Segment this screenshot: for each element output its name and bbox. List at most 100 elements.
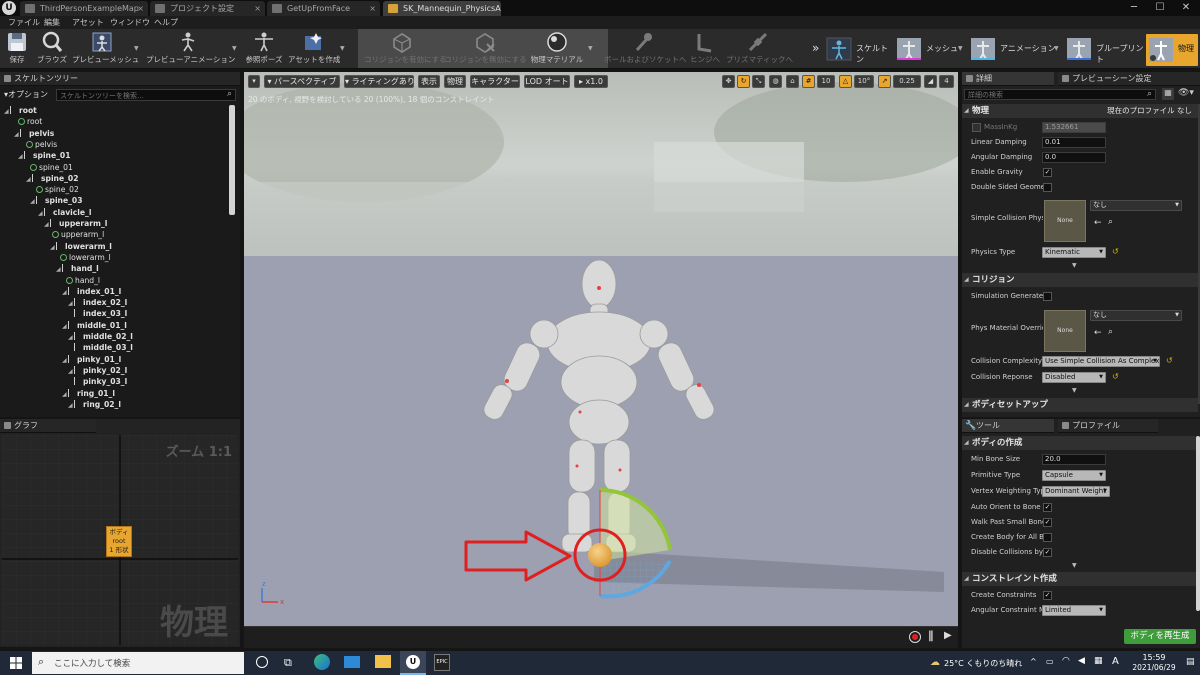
tree-bone-row[interactable]: ◢ pinky_01_l (62, 354, 121, 365)
disable-collisions-checkbox[interactable]: ✓ (1043, 548, 1052, 557)
walk-past-checkbox[interactable]: ✓ (1043, 518, 1052, 527)
unreal-taskbar-icon[interactable]: U (400, 651, 426, 675)
chevron-down-icon[interactable]: ▼ (340, 45, 346, 52)
translate-icon[interactable]: ✥ (722, 75, 735, 88)
tree-bone-row[interactable]: pinky_03_l (74, 376, 127, 387)
close-icon[interactable]: × (254, 1, 261, 16)
tree-bone-row[interactable]: ◢ index_01_l (62, 286, 121, 297)
close-icon[interactable]: × (137, 1, 144, 16)
tree-body-row[interactable]: spine_01 (30, 162, 73, 173)
hinge-button[interactable]: ヒンジへ (688, 31, 722, 68)
mode-mesh[interactable]: メッシュ ▼ (896, 37, 966, 61)
lighting-button[interactable]: ▾ ライティングあり (344, 75, 415, 88)
double-sided-checkbox[interactable] (1043, 183, 1052, 192)
linear-damping-field[interactable]: 0.01 (1042, 137, 1106, 148)
playback-speed-button[interactable]: ▸ x1.0 (574, 75, 608, 88)
chevron-down-icon[interactable]: ▼ (1054, 45, 1059, 52)
viewport[interactable]: z x ▾ ▾ パースペクティブ ▾ ライティングあり 表示 物理 キャラクター… (244, 72, 958, 648)
angular-damping-field[interactable]: 0.0 (1042, 152, 1106, 163)
clock-date[interactable]: 2021/06/29 (1126, 663, 1182, 672)
chevron-down-icon[interactable]: ▼ (232, 45, 238, 52)
tab-animation[interactable]: GetUpFromFace × (267, 1, 380, 16)
ime-indicator[interactable]: A (1112, 656, 1119, 667)
tree-bone-row[interactable]: ◢ middle_01_l (62, 320, 127, 331)
tree-bone-row[interactable]: ◢ index_02_l (68, 297, 127, 308)
mode-animation[interactable]: アニメーション ▼ (970, 37, 1062, 61)
character-button[interactable]: キャラクター (470, 75, 520, 88)
tree-bone-row[interactable]: ◢ pelvis (14, 128, 54, 139)
physics-material-button[interactable]: 物理マテリアル (528, 31, 586, 68)
graph-tab[interactable]: グラフ (0, 419, 96, 433)
step-forward-icon[interactable]: ▶ (944, 630, 952, 641)
rotate-icon[interactable]: ↻ (737, 75, 750, 88)
wifi-icon[interactable]: ◠ (1062, 656, 1070, 666)
material-thumbnail[interactable]: None (1044, 310, 1086, 352)
advanced-expander-icon[interactable]: ▼ (1072, 562, 1077, 569)
edge-icon[interactable] (314, 654, 330, 670)
close-button[interactable]: ✕ (1174, 0, 1198, 16)
show-button[interactable]: 表示 (418, 75, 440, 88)
tray-chevron-icon[interactable]: ^ (1030, 657, 1037, 666)
tree-bone-row[interactable]: index_03_l (74, 308, 127, 319)
chevron-down-icon[interactable]: ▼ (588, 45, 594, 52)
profile-tab[interactable]: プロファイル (1058, 419, 1158, 433)
rotation-snap-icon[interactable]: △ (839, 75, 852, 88)
create-constraints-checkbox[interactable]: ✓ (1043, 591, 1052, 600)
keyboard-icon[interactable]: ▦ (1094, 656, 1103, 666)
more-modes-button[interactable]: » (812, 41, 819, 55)
tree-bone-row[interactable]: ◢ spine_01 (18, 150, 70, 161)
tree-bone-row[interactable]: ◢ spine_02 (26, 173, 78, 184)
record-button[interactable] (909, 631, 921, 643)
tree-bone-row[interactable]: ◢ hand_l (56, 263, 99, 274)
viewport-options-button[interactable]: ▾ (248, 75, 260, 88)
physics-view-button[interactable]: 物理 (444, 75, 466, 88)
mass-override-checkbox[interactable] (972, 123, 981, 132)
options-button[interactable]: ▾オプション (4, 89, 48, 100)
mode-blueprint[interactable]: ブループリント (1066, 37, 1144, 64)
create-all-bodies-checkbox[interactable] (1043, 533, 1052, 542)
enable-gravity-checkbox[interactable]: ✓ (1043, 168, 1052, 177)
advanced-expander-icon[interactable]: ▼ (1072, 262, 1077, 269)
advanced-expander-icon[interactable]: ▼ (1072, 387, 1077, 394)
reference-pose-button[interactable]: 参照ポーズ (244, 31, 284, 68)
tree-bone-row[interactable]: ◢ clavicle_l (38, 207, 91, 218)
task-view-icon[interactable]: ⧉ (284, 656, 292, 670)
mode-physics[interactable]: 物理 (1146, 34, 1198, 66)
regenerate-bodies-button[interactable]: ボディを再生成 (1124, 629, 1196, 644)
browse-asset-icon[interactable]: ⌕ (1108, 217, 1113, 227)
collision-section-header[interactable]: ◢ コリジョン (962, 273, 1198, 287)
skeleton-tree-tab[interactable]: スケルトンツリー (0, 72, 240, 86)
tab-map[interactable]: ThirdPersonExampleMap × (20, 1, 148, 16)
network-icon[interactable]: ▭ (1046, 657, 1054, 666)
use-selected-icon[interactable]: ← (1094, 328, 1102, 338)
tree-bone-row[interactable]: ◢ spine_03 (30, 195, 82, 206)
mail-icon[interactable] (344, 656, 360, 668)
close-icon[interactable]: × (369, 1, 376, 16)
grid-snap-value[interactable]: 10 (817, 75, 835, 88)
clock-time[interactable]: 15:59 (1134, 653, 1174, 662)
tree-bone-row[interactable]: ◢ pinky_02_l (68, 365, 127, 376)
lod-button[interactable]: LOD オート (524, 75, 570, 88)
vertex-weighting-dropdown[interactable]: Dominant Weight (1042, 486, 1110, 497)
browse-asset-icon[interactable]: ⌕ (1108, 327, 1113, 337)
browse-button[interactable]: ブラウズ (36, 31, 68, 68)
chevron-down-icon[interactable]: ▼ (134, 45, 140, 52)
phys-material-dropdown[interactable]: なし (1090, 310, 1182, 321)
save-button[interactable]: 保存 (4, 31, 30, 68)
tree-body-row[interactable]: root (18, 116, 42, 127)
cortana-icon[interactable] (256, 656, 268, 668)
viewport-scene[interactable] (244, 72, 958, 648)
scale-snap-value[interactable]: 0.25 (893, 75, 921, 88)
collision-response-dropdown[interactable]: Disabled (1042, 372, 1106, 383)
taskbar-search-input[interactable]: ⌕ ここに入力して検索 (32, 652, 244, 674)
auto-orient-checkbox[interactable]: ✓ (1043, 503, 1052, 512)
preview-animation-button[interactable]: プレビューアニメーション (146, 31, 235, 68)
mode-skeleton[interactable]: スケルトン (826, 37, 890, 64)
physics-type-dropdown[interactable]: Kinematic (1042, 247, 1106, 258)
physics-section-header[interactable]: ◢ 物理 現在のプロファイル なし (962, 104, 1198, 118)
ball-socket-button[interactable]: ボールおよびソケットへ (604, 31, 687, 68)
menu-file[interactable]: ファイル (8, 16, 40, 29)
tools-scrollbar[interactable] (1196, 436, 1200, 611)
notification-icon[interactable]: ▤ (1186, 657, 1195, 667)
material-thumbnail[interactable]: None (1044, 200, 1086, 242)
